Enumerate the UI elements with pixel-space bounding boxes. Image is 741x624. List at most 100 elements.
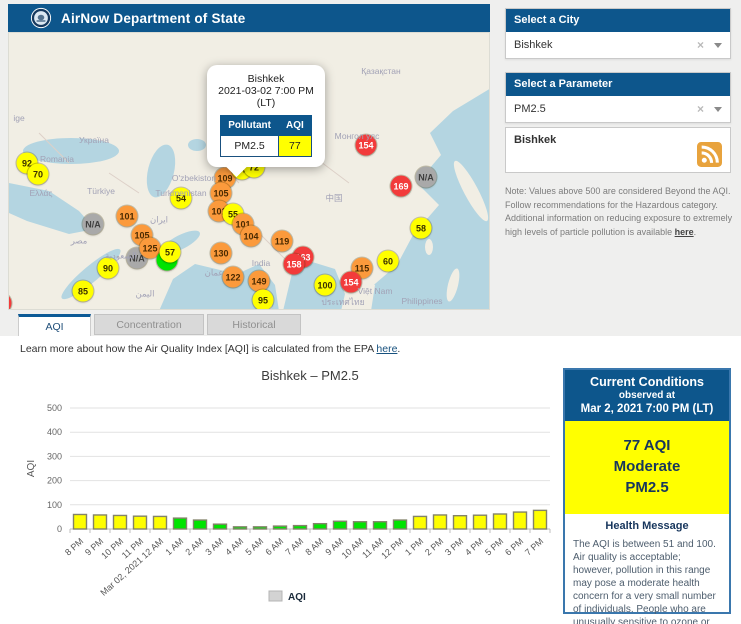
city-select-value: Bishkek [514, 39, 553, 51]
aqi-marker[interactable]: 169 [390, 175, 412, 197]
health-message-text: The AQI is between 51 and 100. Air quali… [573, 539, 716, 624]
map-label: ايران [149, 214, 169, 225]
aqi-bar[interactable] [132, 515, 148, 530]
note-here-link[interactable]: here [675, 227, 694, 237]
x-tick-label: 5 PM [483, 536, 505, 557]
learn-more-prefix: Learn more about how the Air Quality Ind… [20, 343, 377, 355]
map-label: Ελλάς [29, 188, 53, 198]
aqi-bar[interactable] [92, 514, 108, 530]
aqi-bar[interactable] [512, 511, 528, 530]
current-conditions-header: Current Conditions observed at Mar 2, 20… [565, 370, 729, 421]
note-prefix: Note: Values above 500 are considered Be… [505, 186, 733, 237]
aqi-bar[interactable] [312, 522, 328, 530]
feed-city-label: Bishkek [514, 134, 557, 146]
aqi-marker[interactable]: 58 [410, 217, 432, 239]
aqi-marker[interactable]: 119 [271, 230, 293, 252]
aqi-bar[interactable] [492, 513, 508, 530]
aqi-marker[interactable]: 104 [240, 225, 262, 247]
aqi-bar[interactable] [432, 514, 448, 530]
aqi-bar-chart: Bishkek – PM2.50100200300400500AQI8 PM9 … [26, 368, 551, 603]
tab-concentration[interactable]: Concentration [94, 314, 204, 335]
map-label: اليمن [135, 288, 155, 299]
tab-aqi[interactable]: AQI [18, 314, 91, 336]
x-tick-label: 6 PM [503, 536, 525, 557]
aqi-bar[interactable] [392, 519, 408, 530]
aqi-marker[interactable]: 130 [210, 242, 232, 264]
aqi-bar[interactable] [172, 517, 188, 530]
x-tick-label: 10 PM [99, 536, 125, 561]
x-tick-label: 1 AM [163, 536, 185, 557]
popup-col-aqi: AQI [278, 115, 312, 136]
legend-label: AQI [288, 592, 306, 603]
note-suffix: . [693, 226, 697, 237]
aqi-bar[interactable] [212, 523, 228, 530]
aqi-bar[interactable] [192, 519, 208, 530]
aqi-bar[interactable] [472, 514, 488, 530]
aqi-bar[interactable] [332, 520, 348, 530]
aqi-marker[interactable]: N/A [415, 166, 437, 188]
x-tick-label: 3 PM [443, 536, 465, 557]
aqi-bar[interactable] [272, 525, 288, 530]
learn-more-text: Learn more about how the Air Quality Ind… [20, 343, 400, 355]
map-label: Turkmenistan [155, 188, 207, 198]
aqi-bar[interactable] [532, 509, 548, 530]
aqi-bar[interactable] [372, 521, 388, 530]
popup-datetime: 2021-03-02 7:00 PM [218, 85, 314, 97]
learn-more-here-link[interactable]: here [376, 343, 397, 355]
aqi-marker[interactable]: 101 [116, 205, 138, 227]
city-select[interactable]: Bishkek × [506, 32, 730, 58]
chart-title: Bishkek – PM2.5 [261, 368, 359, 383]
parameter-select[interactable]: PM2.5 × [506, 96, 730, 122]
parameter-caret-down-icon[interactable] [714, 106, 722, 112]
city-clear-icon[interactable]: × [697, 38, 704, 52]
aqi-bar[interactable] [232, 526, 248, 530]
aqi-bar[interactable] [452, 514, 468, 530]
aqi-bar[interactable] [72, 513, 88, 530]
y-tick-label: 0 [57, 524, 62, 534]
aqi-marker[interactable]: 95 [252, 289, 274, 309]
city-caret-down-icon[interactable] [714, 42, 722, 48]
x-tick-label: 6 AM [263, 536, 285, 557]
aqi-marker[interactable]: 60 [377, 250, 399, 272]
parameter-clear-icon[interactable]: × [697, 102, 704, 116]
aqi-marker[interactable]: 85 [72, 280, 94, 302]
current-conditions-panel: Current Conditions observed at Mar 2, 20… [563, 368, 731, 624]
city-select-group: Select a City Bishkek × [505, 8, 731, 59]
x-tick-label: 7 AM [283, 536, 305, 557]
aqi-bar[interactable] [412, 515, 428, 530]
map-label: 中国 [325, 193, 343, 203]
aqi-marker[interactable]: 57 [159, 241, 181, 263]
aqi-bar[interactable] [292, 524, 308, 530]
aqi-bar[interactable] [352, 521, 368, 530]
aqi-bar[interactable] [152, 515, 168, 530]
aqi-marker[interactable]: 122 [222, 266, 244, 288]
x-tick-label: 8 PM [63, 536, 85, 557]
popup-aqi-table: Pollutant AQI PM2.5 77 [220, 115, 312, 157]
aqi-marker[interactable]: 70 [27, 163, 49, 185]
aqi-marker[interactable]: 100 [314, 274, 336, 296]
rss-icon[interactable] [697, 142, 722, 167]
x-tick-label: 2 AM [183, 536, 205, 557]
tab-aqi-label: AQI [45, 321, 64, 333]
map[interactable]: 927054101N/A105N/A1255790857310977721051… [8, 32, 490, 310]
map-label: السعودية [105, 250, 137, 261]
popup-aqi-value: 77 [278, 135, 312, 157]
city-select-header: Select a City [506, 9, 730, 32]
tab-historical[interactable]: Historical [207, 314, 301, 335]
aqi-bar[interactable] [252, 526, 268, 530]
x-tick-label: 7 PM [523, 536, 545, 557]
x-tick-label: 10 AM [340, 536, 366, 561]
map-label: Україна [79, 135, 109, 145]
aqi-marker[interactable]: N/A [82, 213, 104, 235]
aqi-marker[interactable]: 149 [248, 270, 270, 292]
x-tick-label: 4 PM [463, 536, 485, 557]
x-tick-label: 1 PM [403, 536, 425, 557]
map-label: India [251, 258, 271, 268]
map-label: ige [13, 113, 25, 123]
aqi-bar[interactable] [112, 514, 128, 530]
current-aqi-pollutant: PM2.5 [625, 479, 669, 496]
map-popup: Bishkek 2021-03-02 7:00 PM (LT) Pollutan… [207, 65, 325, 178]
tab-historical-label: Historical [232, 319, 276, 331]
aqi-marker[interactable]: 158 [283, 253, 305, 275]
map-label: Philippines [401, 296, 443, 306]
